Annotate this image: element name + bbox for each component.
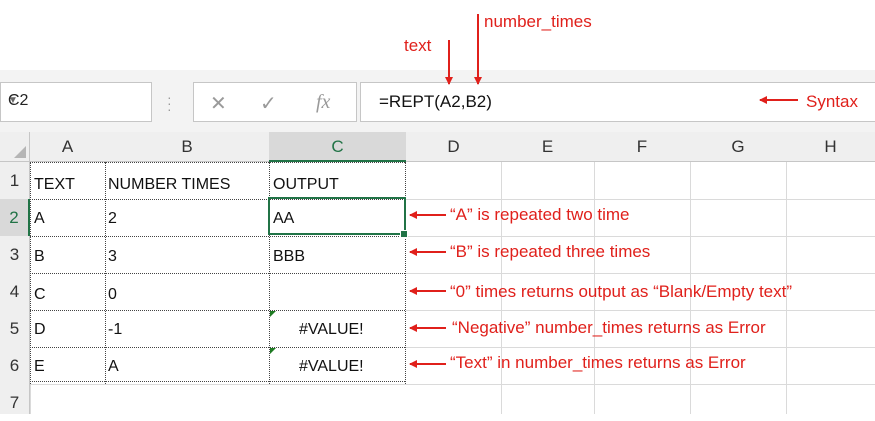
annotation-arrows <box>409 14 798 368</box>
